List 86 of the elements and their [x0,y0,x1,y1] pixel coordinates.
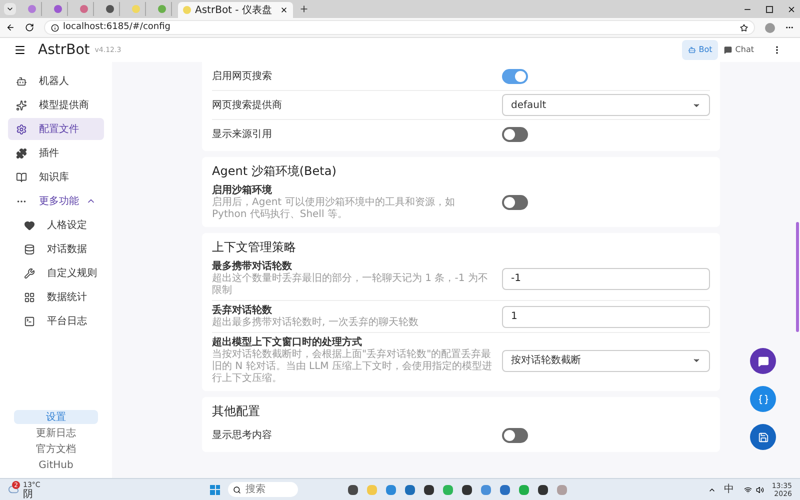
browser-tab[interactable]: AstrBot - 仪表盘 [178,2,293,18]
menu-icon[interactable] [14,44,26,56]
sidebar-item[interactable]: 模型提供商 [8,94,104,116]
code-fab[interactable] [750,386,776,412]
taskbar-app-icon[interactable] [348,484,358,494]
setting-description: 超出这个数量时丢弃最旧的部分，一轮聊天记为 1 条，-1 为不限制 [212,273,489,297]
setting-label: 超出模型上下文窗口时的处理方式 [212,336,363,348]
toggle-switch[interactable] [502,68,528,84]
sidebar-group-toggle[interactable]: 更多功能 [8,190,104,212]
braces-icon [758,394,768,404]
sidebar-item[interactable]: 平台日志 [8,310,104,332]
heart-icon [24,220,35,230]
setting-label: 启用沙箱环境 [212,184,273,196]
caret-icon [692,356,701,365]
sidebar-item[interactable]: 插件 [8,142,104,164]
database-icon [24,244,35,254]
favorite-icon[interactable] [740,24,748,32]
setting-label: 启用网页搜索 [212,70,273,82]
reload-icon[interactable] [25,23,34,32]
search-icon [233,486,242,494]
mode-tab[interactable]: Chat [718,40,760,60]
footer-link[interactable]: GitHub [14,458,98,472]
weather-icon[interactable] [8,484,19,495]
chat-fab[interactable] [750,348,776,374]
footer-link[interactable]: 设置 [14,410,98,424]
setting-label: 丢弃对话轮数 [212,304,273,316]
address-bar[interactable]: localhost:6185/#/config [44,20,755,35]
setting-label: 显示来源引用 [212,128,273,140]
back-icon[interactable] [6,23,15,32]
section-title: 其他配置 [212,403,261,420]
save-fab[interactable] [750,424,776,450]
toggle-switch[interactable] [502,195,528,210]
grid-icon [24,292,35,302]
profile-avatar[interactable] [765,22,775,32]
input-field[interactable]: 1 [502,306,710,328]
volume-icon[interactable] [756,486,764,494]
setting-label: 网页搜索提供商 [212,98,283,112]
setting-label: 最多携带对话轮数 [212,260,293,272]
close-icon[interactable] [280,6,288,14]
robot-icon [16,76,27,86]
start-icon[interactable] [210,484,220,494]
setting-label: 显示思考内容 [212,428,273,442]
terminal-icon [24,316,35,326]
input-field[interactable]: -1 [502,268,710,290]
new-tab-icon[interactable] [299,4,309,14]
app-logo: AstrBot [38,40,90,60]
select-field[interactable]: default [502,94,710,116]
taskbar-app-icon[interactable] [424,484,434,494]
sidebar-item[interactable]: 机器人 [8,70,104,92]
sidebar-item[interactable]: 对话数据 [8,238,104,260]
select-field[interactable]: 按对话轮数截断 [502,350,710,372]
book-icon [16,172,27,182]
mode-tab[interactable]: Bot [682,40,718,60]
setting-description: 超出最多携带对话轮数时, 一次丢弃的聊天轮数 [212,317,420,329]
info-icon [51,24,59,32]
toggle-switch[interactable] [502,126,528,142]
puzzle-icon [16,148,27,158]
setting-description: 当按对话轮数截断时，会根据上面"丢弃对话轮数"的配置丢弃最旧的 N 轮对话。当由 LLM 压缩上下文时，会使用指定的模型进行上下文压缩。 [212,349,492,385]
sidebar-item[interactable]: 数据统计 [8,286,104,308]
setting-description: 启用后，Agent 可以使用沙箱环境中的工具和资源，如 Python 代码执行、Shell 等。 [212,197,456,221]
wifi-icon[interactable] [744,486,752,494]
sidebar-item[interactable]: 知识库 [8,166,104,188]
taskbar-app-icon[interactable] [538,484,548,494]
save-icon [758,432,768,442]
footer-link[interactable]: 更新日志 [14,426,98,440]
chat-icon [724,46,732,54]
ime-indicator[interactable]: 中 [724,482,734,497]
robot-icon [688,46,696,54]
sparkle-icon [16,100,27,110]
section-title: 上下文管理策略 [212,239,297,256]
toggle-switch[interactable] [502,428,528,442]
taskbar-search-field[interactable]: 搜索 [228,482,298,497]
wrench-icon [24,268,35,278]
close-icon[interactable] [787,4,796,14]
gear-icon [16,124,27,134]
weather-condition: 阴 [23,490,34,498]
chat-icon [758,356,768,366]
section-title: Agent 沙箱环境(Beta) [212,163,338,180]
chevron-down-icon [6,5,14,13]
footer-link[interactable]: 官方文档 [14,442,98,456]
taskbar-app-icon[interactable] [462,484,472,494]
tab-menu-button[interactable] [4,3,16,15]
sidebar-item[interactable]: 自定义规则 [8,262,104,284]
restore-icon[interactable] [766,6,773,12]
sidebar-item[interactable]: 配置文件 [8,118,104,140]
sidebar-item[interactable]: 人格设定 [8,214,104,236]
